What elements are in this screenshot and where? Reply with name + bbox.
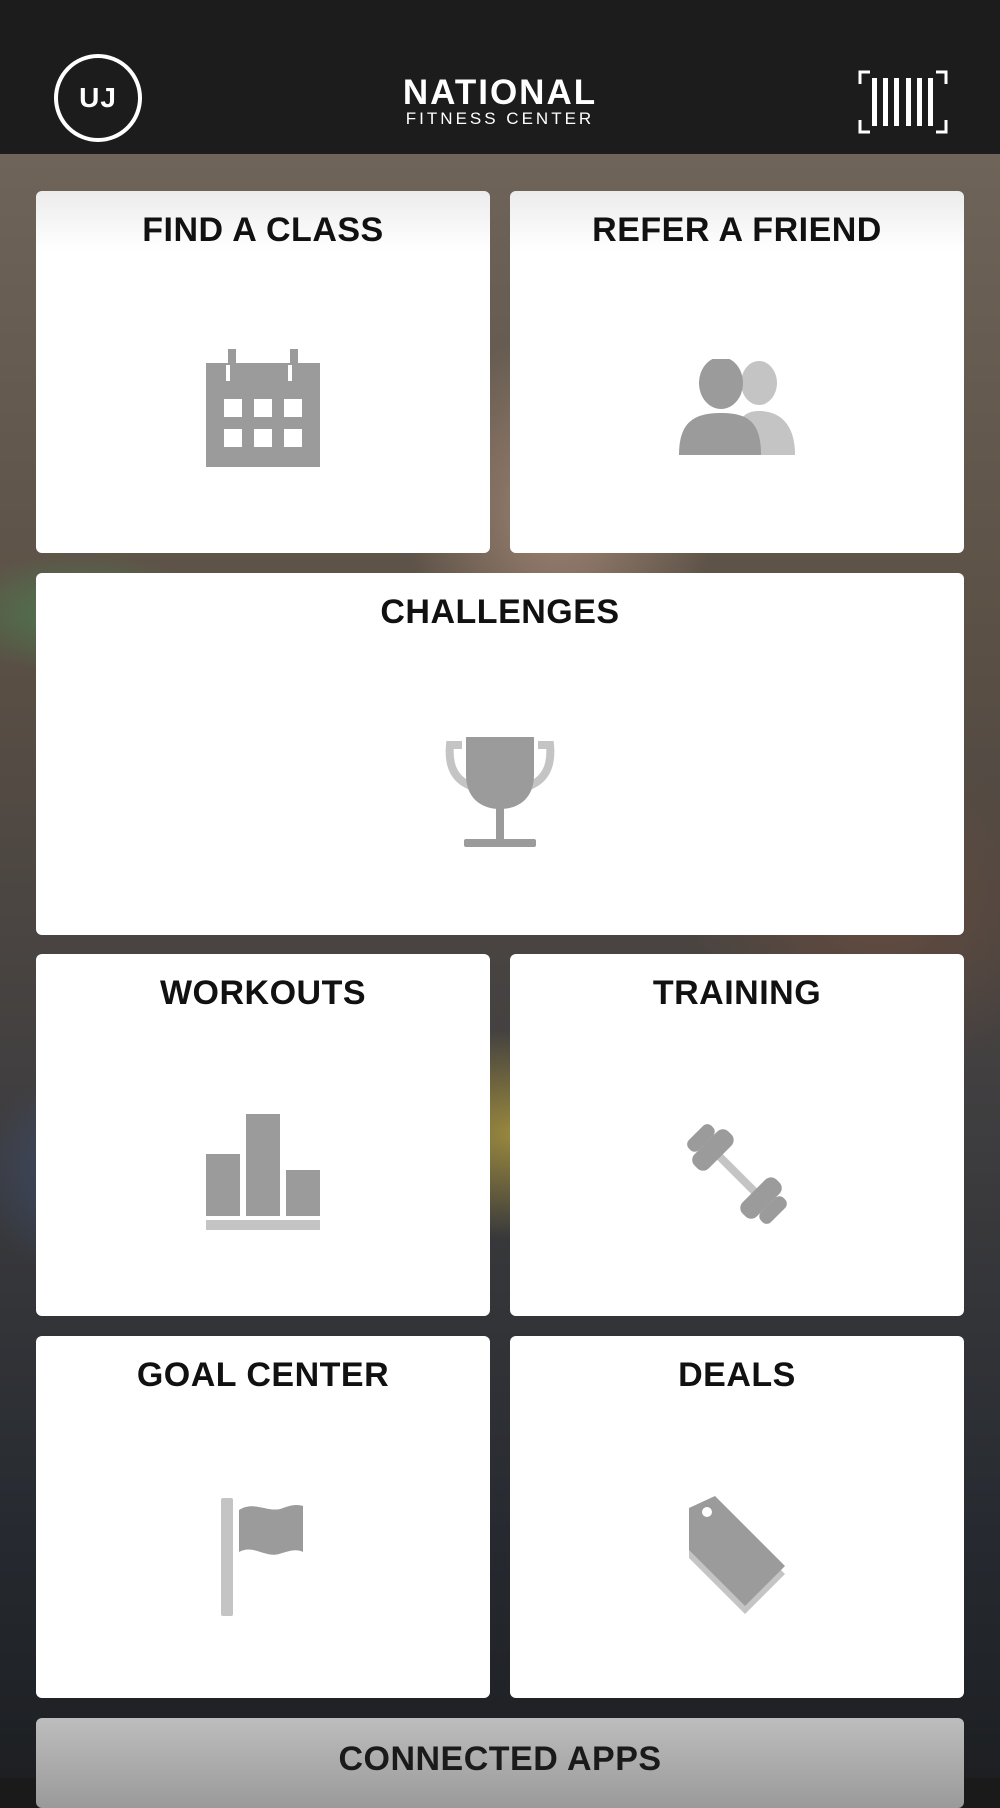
barcode-scan-button[interactable]: [858, 70, 948, 134]
find-a-class-label: FIND A CLASS: [142, 211, 384, 249]
tag-icon: [689, 1496, 785, 1614]
logo-main-text: NATIONAL: [402, 73, 598, 112]
workouts-tile[interactable]: WORKOUTS: [36, 954, 490, 1316]
bar-chart-icon: [206, 1114, 320, 1230]
avatar-initials: UJ: [79, 82, 117, 113]
trophy-icon: [445, 737, 555, 847]
logo-sub-text: FITNESS CENTER: [405, 109, 595, 128]
deals-label: DEALS: [678, 1356, 796, 1394]
training-label: TRAINING: [652, 974, 822, 1012]
calendar-icon: [206, 349, 320, 467]
challenges-tile[interactable]: CHALLENGES: [36, 573, 964, 935]
app-header: UJ NATIONAL FITNESS CENTER: [0, 0, 1000, 154]
connected-apps-tile[interactable]: CONNECTED APPS: [36, 1718, 964, 1808]
connected-apps-label: CONNECTED APPS: [338, 1740, 662, 1778]
goal-center-label: GOAL CENTER: [136, 1356, 390, 1394]
brand-logo: NATIONAL FITNESS CENTER: [350, 73, 650, 128]
flag-icon: [221, 1498, 303, 1616]
users-icon: [679, 359, 795, 455]
goal-center-tile[interactable]: GOAL CENTER: [36, 1336, 490, 1698]
refer-a-friend-label: REFER A FRIEND: [592, 211, 882, 249]
barcode-icon: [858, 70, 948, 134]
deals-tile[interactable]: DEALS: [510, 1336, 964, 1698]
dumbbell-icon: [687, 1124, 787, 1224]
workouts-label: WORKOUTS: [159, 974, 367, 1012]
challenges-label: CHALLENGES: [380, 593, 620, 631]
profile-avatar-button[interactable]: UJ: [54, 54, 142, 142]
training-tile[interactable]: TRAINING: [510, 954, 964, 1316]
find-a-class-tile[interactable]: FIND A CLASS: [36, 191, 490, 553]
refer-a-friend-tile[interactable]: REFER A FRIEND: [510, 191, 964, 553]
